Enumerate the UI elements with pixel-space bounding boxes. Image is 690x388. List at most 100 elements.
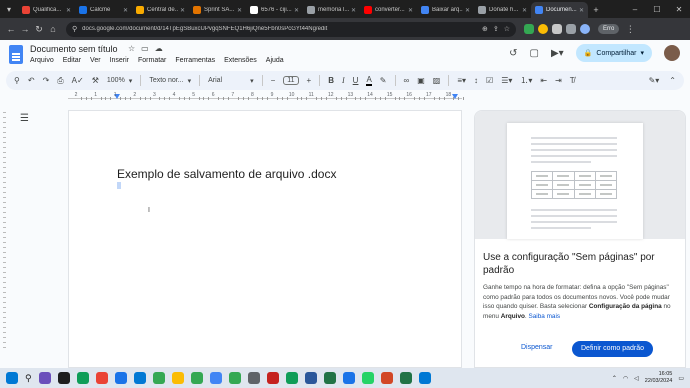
paragraph-style-select[interactable]: Texto nor... ▾	[149, 77, 191, 85]
taskbar-app-icon[interactable]	[190, 372, 203, 384]
taskbar-search-icon[interactable]: ⚲	[25, 373, 32, 384]
document-title[interactable]: Documento sem título	[30, 44, 118, 54]
profile-error-badge[interactable]: Erro	[598, 24, 620, 34]
browser-tab[interactable]: Calcme ✕	[75, 2, 132, 18]
bookmark-star-icon[interactable]: ☆	[504, 25, 510, 33]
underline-icon[interactable]: U	[353, 76, 359, 85]
tray-chevron-icon[interactable]: ⌃	[612, 375, 617, 382]
zoom-icon[interactable]: ⊕	[482, 25, 488, 33]
search-menus-icon[interactable]: ⚲	[14, 76, 20, 85]
text-color-icon[interactable]: A	[366, 75, 372, 86]
taskbar-app-icon[interactable]	[247, 372, 260, 384]
start-menu-icon[interactable]	[6, 372, 18, 384]
comments-icon[interactable]: ▢	[530, 48, 539, 59]
taskbar-app-icon[interactable]	[323, 372, 336, 384]
notifications-icon[interactable]: ▭	[678, 375, 684, 382]
taskbar-app-icon[interactable]	[209, 372, 222, 384]
taskbar-app-icon[interactable]	[38, 372, 51, 384]
taskbar-app-icon[interactable]	[342, 372, 355, 384]
spellcheck-icon[interactable]: A✓	[72, 76, 84, 85]
italic-icon[interactable]: I	[342, 76, 345, 85]
back-icon[interactable]: ←	[4, 24, 18, 34]
site-info-icon[interactable]: ⚲	[72, 25, 77, 33]
bold-icon[interactable]: B	[328, 76, 334, 85]
document-page[interactable]: Exemplo de salvamento de arquivo .docx I	[68, 110, 462, 368]
document-body-text[interactable]: Exemplo de salvamento de arquivo .docx	[117, 167, 336, 181]
taskbar-app-icon[interactable]	[114, 372, 127, 384]
forward-icon[interactable]: →	[18, 24, 32, 34]
browser-tab[interactable]: Qualifica... ✕	[18, 2, 75, 18]
share-button[interactable]: 🔒 Compartilhar ▾	[575, 44, 652, 62]
undo-icon[interactable]: ↶	[28, 76, 35, 85]
dismiss-button[interactable]: Dispensar	[521, 344, 553, 351]
side-panel-icon[interactable]	[566, 24, 576, 34]
learn-more-link[interactable]: Saiba mais	[528, 313, 560, 320]
zoom-select[interactable]: 100% ▾	[107, 77, 132, 85]
menu-item[interactable]: Ferramentas	[175, 57, 215, 64]
menu-item[interactable]: Formatar	[138, 57, 166, 64]
decrease-font-size-icon[interactable]: −	[271, 76, 276, 85]
close-tab-icon[interactable]: ✕	[408, 7, 413, 14]
maximize-icon[interactable]: ☐	[646, 5, 668, 14]
close-tab-icon[interactable]: ✕	[66, 7, 71, 14]
browser-menu-icon[interactable]: ⋮	[623, 24, 637, 35]
close-tab-icon[interactable]: ✕	[465, 7, 470, 14]
menu-item[interactable]: Ajuda	[266, 57, 284, 64]
highlight-icon[interactable]: ✎	[380, 76, 387, 85]
minimize-icon[interactable]: –	[624, 5, 646, 14]
editing-mode-icon[interactable]: ✎▾	[649, 76, 660, 85]
hide-menus-icon[interactable]: ⌃	[669, 76, 676, 85]
close-tab-icon[interactable]: ✕	[180, 7, 185, 14]
menu-item[interactable]: Arquivo	[30, 57, 54, 64]
chevron-down-icon[interactable]: ▾	[640, 49, 644, 57]
bulleted-list-icon[interactable]: ☰▾	[501, 76, 512, 85]
taskbar-app-icon[interactable]	[266, 372, 279, 384]
taskbar-app-icon[interactable]	[76, 372, 89, 384]
decrease-indent-icon[interactable]: ⇤	[540, 76, 547, 85]
align-icon[interactable]: ≡▾	[457, 76, 466, 85]
close-window-icon[interactable]: ✕	[668, 5, 690, 14]
reload-icon[interactable]: ↻	[32, 24, 46, 35]
taskbar-app-icon[interactable]	[361, 372, 374, 384]
paint-format-icon[interactable]: ⚒	[92, 76, 99, 85]
horizontal-ruler[interactable]: 2 1 1 2 3 4 5 6 7 8 9 10 11 12 13 14 15 16 17 18	[68, 92, 465, 102]
taskbar-app-icon[interactable]	[418, 372, 431, 384]
meet-icon[interactable]: ▶▾	[551, 48, 564, 59]
browser-tab[interactable]: Documen... ✕	[531, 2, 588, 18]
set-default-button[interactable]: Definir como padrão	[572, 341, 654, 357]
browser-tab[interactable]: memória l... ✕	[303, 2, 360, 18]
close-tab-icon[interactable]: ✕	[579, 7, 584, 14]
clock[interactable]: 16:05 22/03/2024	[645, 371, 673, 385]
redo-icon[interactable]: ↷	[43, 76, 50, 85]
extension-icon[interactable]	[524, 24, 534, 34]
tab-search-icon[interactable]: ▾	[0, 0, 18, 18]
cloud-status-icon[interactable]: ☁	[155, 44, 163, 53]
menu-item[interactable]: Extensões	[224, 57, 257, 64]
browser-tab[interactable]: 6576 - ciji... ✕	[246, 2, 303, 18]
browser-tab[interactable]: Central de... ✕	[132, 2, 189, 18]
share-page-icon[interactable]: ⇪	[493, 25, 499, 33]
taskbar-app-icon[interactable]	[285, 372, 298, 384]
close-tab-icon[interactable]: ✕	[294, 7, 299, 14]
line-spacing-icon[interactable]: ↕	[474, 76, 478, 85]
taskbar-app-icon[interactable]	[95, 372, 108, 384]
insert-image-icon[interactable]: ▨	[433, 76, 441, 85]
extension-icon[interactable]	[538, 24, 548, 34]
home-icon[interactable]: ⌂	[46, 24, 60, 34]
taskbar-app-icon[interactable]	[228, 372, 241, 384]
close-tab-icon[interactable]: ✕	[522, 7, 527, 14]
menu-item[interactable]: Ver	[90, 57, 101, 64]
taskbar-app-icon[interactable]	[152, 372, 165, 384]
checklist-icon[interactable]: ☑	[486, 76, 493, 85]
taskbar-app-icon[interactable]	[57, 372, 70, 384]
docs-logo-icon[interactable]	[9, 45, 23, 64]
menu-item[interactable]: Editar	[63, 57, 81, 64]
clear-formatting-icon[interactable]: T̸	[570, 76, 575, 85]
address-bar[interactable]: ⚲ docs.google.com/document/d/14TpEgSBuxc…	[66, 21, 516, 37]
increase-indent-icon[interactable]: ⇥	[555, 76, 562, 85]
document-outline-icon[interactable]: ☰	[20, 113, 29, 124]
font-size-input[interactable]: 11	[283, 76, 299, 85]
insert-link-icon[interactable]: ∞	[404, 76, 410, 85]
numbered-list-icon[interactable]: ⒈▾	[520, 75, 532, 86]
insert-comment-icon[interactable]: ▣	[417, 76, 425, 85]
